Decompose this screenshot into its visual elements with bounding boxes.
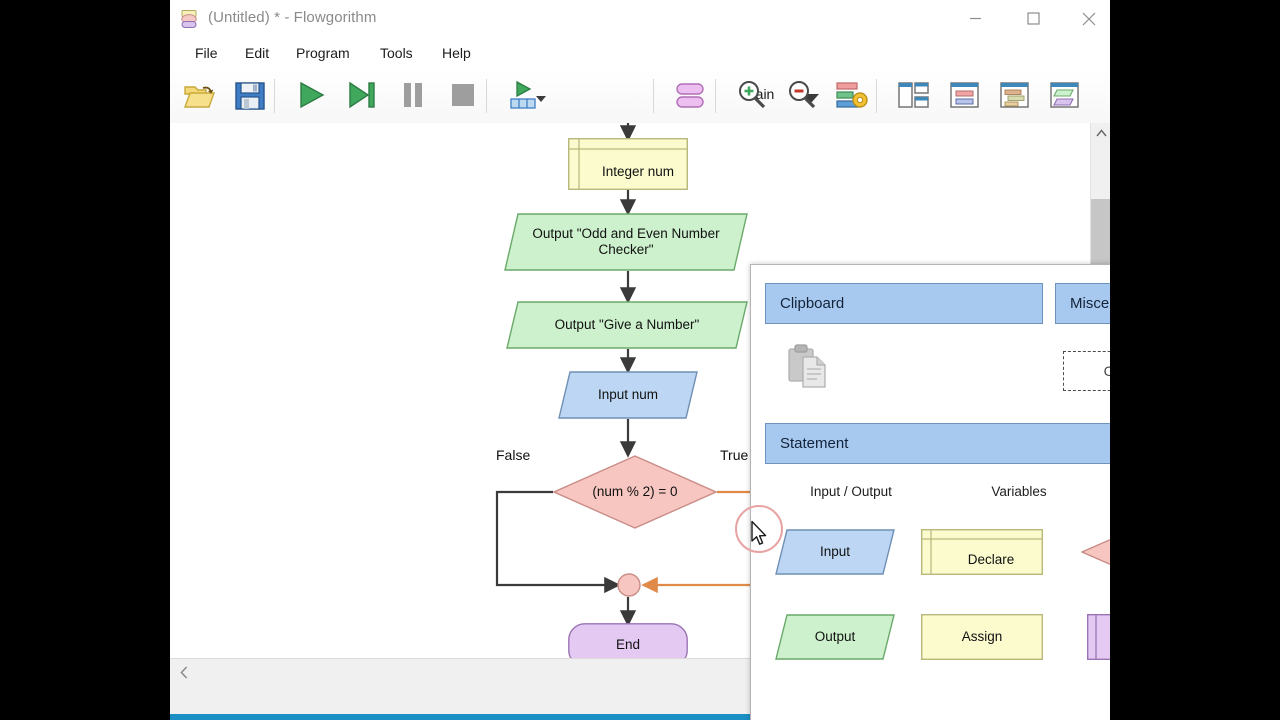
declare-shape-graphic (920, 528, 1043, 575)
view-variables-button[interactable] (943, 75, 987, 117)
output-shape-graphic (775, 614, 895, 660)
statement-group-title: Statement (780, 435, 849, 452)
output-shape-graphic (504, 213, 748, 271)
zoom-out-button[interactable] (780, 75, 824, 117)
merge-node-graphic (617, 573, 641, 597)
shape-toggle-button[interactable] (668, 75, 712, 117)
menu-item-help[interactable]: Help (435, 42, 478, 64)
end-shape[interactable]: End (568, 623, 688, 658)
statement-group-header: Statement (765, 423, 1110, 464)
merge-node[interactable] (617, 573, 641, 597)
toolbar-separator (876, 79, 877, 113)
clipboard-group-title: Clipboard (780, 295, 845, 312)
chevron-up-icon[interactable] (1091, 123, 1110, 143)
window-title: (Untitled) * - Flowgorithm (208, 9, 377, 26)
shape-picker-panel[interactable]: Clipboard Miscellaneous Comment (750, 264, 1110, 720)
chevron-left-icon[interactable] (174, 659, 194, 686)
decision-shape-graphic (1080, 538, 1110, 566)
minimize-icon[interactable] (952, 0, 998, 37)
if-palette-shape[interactable] (1080, 523, 1110, 581)
view-console-button[interactable] (993, 75, 1037, 117)
input-shape[interactable]: Input num (558, 371, 698, 419)
screen: (Untitled) * - Flowgorithm File Edit Pro… (0, 0, 1280, 720)
output-palette-shape[interactable]: Output (775, 614, 895, 660)
if-shape[interactable]: (num % 2) = 0 (552, 455, 718, 529)
close-icon[interactable] (1066, 0, 1110, 37)
declare-palette-shape[interactable]: Declare (920, 528, 1043, 575)
toolbar-separator (653, 79, 654, 113)
miscellaneous-group-header: Miscellaneous (1055, 283, 1110, 324)
generate-code-button[interactable] (502, 75, 546, 117)
mouse-pointer (751, 520, 767, 545)
view-split-button[interactable] (892, 75, 936, 117)
assign-shape-graphic (920, 613, 1043, 660)
run-button[interactable] (289, 75, 333, 117)
toolbar-separator (715, 79, 716, 113)
save-file-button[interactable] (228, 75, 272, 117)
flowgorithm-stack-icon (178, 8, 200, 30)
decision-shape-graphic (552, 455, 718, 529)
zoom-in-button[interactable] (730, 75, 774, 117)
declare-shape[interactable]: Integer num (567, 137, 688, 190)
menu-item-file[interactable]: File (188, 42, 225, 64)
call-shape-graphic (1086, 613, 1110, 660)
input-palette-shape[interactable]: Input (775, 529, 895, 575)
branch-label-true: True (720, 447, 749, 463)
column-input-output-title: Input / Output (810, 484, 892, 499)
menu-item-edit[interactable]: Edit (238, 42, 276, 64)
flowgorithm-window: (Untitled) * - Flowgorithm File Edit Pro… (170, 0, 1110, 720)
call-palette-shape[interactable] (1086, 613, 1110, 660)
miscellaneous-group-title: Miscellaneous (1070, 295, 1110, 312)
toolbar: Main (170, 69, 1110, 124)
chevron-down-icon (536, 96, 546, 102)
terminal-shape-graphic (568, 623, 688, 658)
pause-button[interactable] (391, 75, 435, 117)
input-shape-graphic (558, 371, 698, 419)
clipboard-paste-icon[interactable] (787, 343, 833, 396)
clipboard-group-header: Clipboard (765, 283, 1043, 324)
open-file-button[interactable] (178, 75, 222, 117)
title-bar: (Untitled) * - Flowgorithm (170, 0, 1110, 37)
comment-item[interactable]: Comment (1063, 351, 1110, 391)
menu-item-tools[interactable]: Tools (373, 42, 420, 64)
column-control-title: Control (1107, 484, 1110, 499)
stop-button[interactable] (441, 75, 485, 117)
maximize-icon[interactable] (1010, 0, 1056, 37)
output-shape-2[interactable]: Output "Give a Number" (506, 301, 748, 349)
declare-shape-graphic (567, 137, 688, 190)
output-shape-1[interactable]: Output "Odd and Even Number Checker" (504, 213, 748, 271)
menu-item-program[interactable]: Program (289, 42, 357, 64)
settings-button[interactable] (830, 75, 874, 117)
input-shape-graphic (775, 529, 895, 575)
toolbar-separator (486, 79, 487, 113)
assign-palette-shape[interactable]: Assign (920, 613, 1043, 660)
toolbar-separator (274, 79, 275, 113)
view-flowchart-button[interactable] (1043, 75, 1087, 117)
output-shape-graphic (506, 301, 748, 349)
branch-label-false: False (496, 447, 531, 463)
menu-bar: File Edit Program Tools Help (170, 37, 1110, 69)
step-button[interactable] (340, 75, 384, 117)
column-variables-title: Variables (991, 484, 1047, 499)
